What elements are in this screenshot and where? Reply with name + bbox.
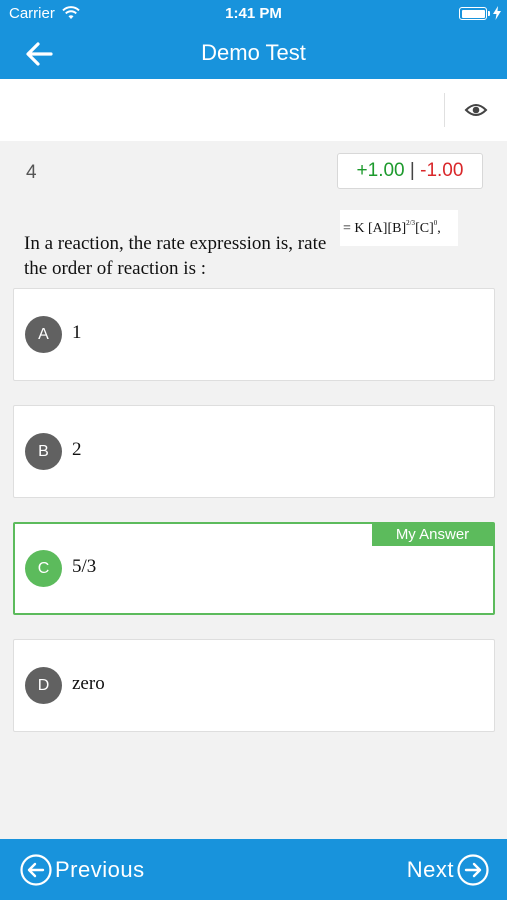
option-a[interactable]: A 1	[13, 288, 495, 381]
question-number: 4	[26, 162, 37, 183]
previous-label: Previous	[55, 857, 145, 882]
next-label: Next	[406, 857, 454, 882]
toolbar-divider	[444, 93, 445, 127]
status-time: 1:41 PM	[225, 5, 282, 22]
option-b[interactable]: B 2	[13, 405, 495, 498]
question-line-2: the order of reaction is :	[24, 258, 207, 279]
formula-mid: [C]	[415, 221, 434, 236]
option-text: zero	[72, 673, 105, 694]
formula-exponent-b: 2/3	[406, 219, 416, 227]
option-text: 5/3	[72, 556, 97, 577]
formula-main: = K [A][B]	[343, 221, 407, 236]
battery-tip	[488, 11, 490, 16]
option-text: 2	[72, 439, 82, 460]
my-answer-tag: My Answer	[372, 524, 493, 546]
option-d[interactable]: D zero	[13, 639, 495, 732]
negative-marks: -1.00	[420, 160, 464, 181]
battery-icon	[459, 7, 487, 20]
marks-separator: |	[409, 160, 415, 181]
option-letter: D	[25, 667, 62, 704]
status-bar: Carrier 1:41 PM	[0, 0, 507, 28]
page-title: Demo Test	[201, 40, 306, 65]
nav-bar: Demo Test	[0, 28, 507, 79]
bottom-nav: Previous Next	[0, 839, 507, 900]
option-letter: A	[25, 316, 62, 353]
marks-badge: +1.00 | -1.00	[337, 153, 483, 189]
option-c[interactable]: My Answer C 5/3	[13, 522, 495, 615]
rate-formula-image: = K [A][B]2/3[C]0,	[340, 210, 458, 246]
question-line-1: In a reaction, the rate expression is, r…	[24, 233, 327, 254]
eye-icon[interactable]	[464, 99, 488, 121]
formula-end: ,	[437, 221, 441, 236]
positive-marks: +1.00	[356, 160, 405, 181]
option-text: 1	[72, 322, 82, 343]
arrow-right-circle-icon	[457, 854, 489, 886]
arrow-left-circle-icon	[20, 854, 52, 886]
question-toolbar	[0, 79, 507, 141]
option-letter: B	[25, 433, 62, 470]
option-letter: C	[25, 550, 62, 587]
charging-bolt-icon	[493, 6, 501, 20]
